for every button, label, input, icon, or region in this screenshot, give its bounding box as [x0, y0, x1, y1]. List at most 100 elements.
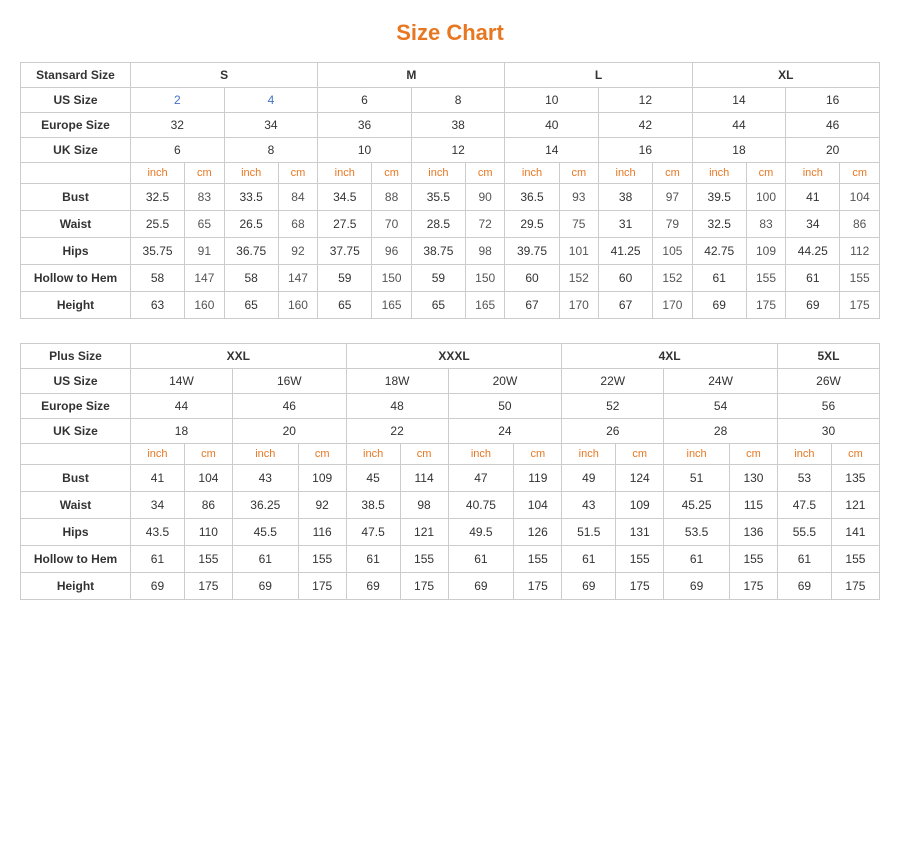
standard-data-row: Hips35.759136.759237.759638.759839.75101…: [21, 238, 880, 265]
standard-cell: 160: [278, 292, 318, 319]
uk-14: 14: [505, 138, 599, 163]
plus-unit-1: cm: [184, 444, 232, 465]
plus-cell: 155: [400, 546, 448, 573]
plus-data-row: Hollow to Hem611556115561155611556115561…: [21, 546, 880, 573]
plus-unit-12: inch: [777, 444, 831, 465]
plus-cell: 175: [616, 573, 664, 600]
plus-cell: 109: [616, 492, 664, 519]
std-unit-2: inch: [224, 163, 278, 184]
plus-cell: 121: [400, 519, 448, 546]
us-2: 2: [131, 88, 225, 113]
standard-cell: 41.25: [599, 238, 653, 265]
plus-cell: 51.5: [562, 519, 616, 546]
plus-unit-0: inch: [131, 444, 185, 465]
page-title: Size Chart: [20, 20, 880, 46]
plus-cell: 155: [616, 546, 664, 573]
plus-cell: 175: [514, 573, 562, 600]
standard-cell: 105: [653, 238, 693, 265]
plus-unit-3: cm: [298, 444, 346, 465]
plus-europe-size-label: Europe Size: [21, 394, 131, 419]
std-unit-12: inch: [692, 163, 746, 184]
plus-cell: 45: [346, 465, 400, 492]
uk-size-label: UK Size: [21, 138, 131, 163]
s-header: S: [131, 63, 318, 88]
plus-cell: 45.25: [664, 492, 730, 519]
uk-8: 8: [224, 138, 318, 163]
l-header: L: [505, 63, 692, 88]
plus-eu-52: 52: [562, 394, 664, 419]
plus-eu-50: 50: [448, 394, 562, 419]
standard-cell: 69: [786, 292, 840, 319]
plus-cell: 69: [346, 573, 400, 600]
plus-us-size-label: US Size: [21, 369, 131, 394]
plus-cell: 155: [184, 546, 232, 573]
standard-cell: 170: [653, 292, 693, 319]
standard-cell: 32.5: [692, 211, 746, 238]
plus-cell: 49.5: [448, 519, 514, 546]
plus-cell: 69: [232, 573, 298, 600]
standard-cell: 67: [599, 292, 653, 319]
plus-cell: 124: [616, 465, 664, 492]
plus-us-24w: 24W: [664, 369, 778, 394]
plus-eu-48: 48: [346, 394, 448, 419]
standard-cell: 109: [746, 238, 786, 265]
plus-uk-28: 28: [664, 419, 778, 444]
plus-uk-26: 26: [562, 419, 664, 444]
standard-row-label: Bust: [21, 184, 131, 211]
eu-44: 44: [692, 113, 786, 138]
standard-cell: 38.75: [411, 238, 465, 265]
std-unit-3: cm: [278, 163, 318, 184]
standard-cell: 65: [224, 292, 278, 319]
plus-cell: 109: [298, 465, 346, 492]
xl-header: XL: [692, 63, 879, 88]
us-6: 6: [318, 88, 412, 113]
std-unit-11: cm: [653, 163, 693, 184]
standard-size-label: Stansard Size: [21, 63, 131, 88]
plus-uk-30: 30: [777, 419, 879, 444]
standard-cell: 60: [505, 265, 559, 292]
plus-unit-11: cm: [729, 444, 777, 465]
plus-cell: 115: [729, 492, 777, 519]
standard-cell: 147: [185, 265, 225, 292]
standard-cell: 34.5: [318, 184, 372, 211]
std-unit-15: cm: [840, 163, 880, 184]
plus-cell: 61: [664, 546, 730, 573]
plus-cell: 86: [184, 492, 232, 519]
plus-us-16w: 16W: [232, 369, 346, 394]
uk-18: 18: [692, 138, 786, 163]
plus-uk-18: 18: [131, 419, 233, 444]
plus-row-label: Hollow to Hem: [21, 546, 131, 573]
plus-unit-6: inch: [448, 444, 514, 465]
standard-cell: 58: [224, 265, 278, 292]
standard-size-chart: Stansard Size S M L XL US Size 2 4 6 8 1…: [20, 62, 880, 319]
plus-cell: 47.5: [346, 519, 400, 546]
plus-cell: 155: [831, 546, 879, 573]
plus-cell: 175: [400, 573, 448, 600]
plus-unit-8: inch: [562, 444, 616, 465]
std-unit-13: cm: [746, 163, 786, 184]
eu-32: 32: [131, 113, 225, 138]
standard-cell: 83: [185, 184, 225, 211]
plus-cell: 69: [664, 573, 730, 600]
plus-cell: 61: [346, 546, 400, 573]
standard-cell: 155: [840, 265, 880, 292]
standard-cell: 101: [559, 238, 599, 265]
plus-eu-44: 44: [131, 394, 233, 419]
standard-cell: 152: [559, 265, 599, 292]
plus-cell: 47.5: [777, 492, 831, 519]
eu-34: 34: [224, 113, 318, 138]
plus-cell: 98: [400, 492, 448, 519]
std-unit-5: cm: [372, 163, 412, 184]
standard-cell: 35.75: [131, 238, 185, 265]
standard-cell: 72: [465, 211, 505, 238]
standard-cell: 86: [840, 211, 880, 238]
plus-uk-22: 22: [346, 419, 448, 444]
standard-cell: 79: [653, 211, 693, 238]
std-unit-7: cm: [465, 163, 505, 184]
eu-40: 40: [505, 113, 599, 138]
plus-unit-empty: [21, 444, 131, 465]
standard-cell: 39.5: [692, 184, 746, 211]
plus-us-26w: 26W: [777, 369, 879, 394]
standard-cell: 75: [559, 211, 599, 238]
plus-data-row: Hips43.511045.511647.512149.512651.51315…: [21, 519, 880, 546]
